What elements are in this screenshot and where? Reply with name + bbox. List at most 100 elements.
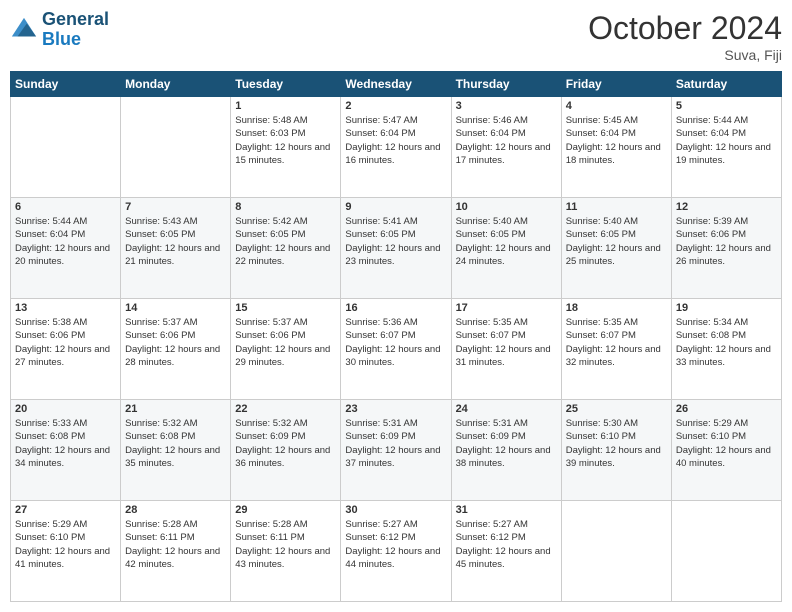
daylight-text: Daylight: 12 hours and 40 minutes.: [676, 444, 777, 471]
day-number: 10: [456, 201, 557, 213]
daylight-text: Daylight: 12 hours and 33 minutes.: [676, 343, 777, 370]
day-info: Sunrise: 5:32 AMSunset: 6:08 PMDaylight:…: [125, 417, 226, 470]
calendar-cell: 3Sunrise: 5:46 AMSunset: 6:04 PMDaylight…: [451, 97, 561, 198]
day-info: Sunrise: 5:32 AMSunset: 6:09 PMDaylight:…: [235, 417, 336, 470]
sunrise-text: Sunrise: 5:32 AM: [125, 417, 226, 430]
day-number: 7: [125, 201, 226, 213]
calendar-cell: 15Sunrise: 5:37 AMSunset: 6:06 PMDayligh…: [231, 299, 341, 400]
day-info: Sunrise: 5:28 AMSunset: 6:11 PMDaylight:…: [235, 518, 336, 571]
day-number: 17: [456, 302, 557, 314]
daylight-text: Daylight: 12 hours and 21 minutes.: [125, 242, 226, 269]
day-info: Sunrise: 5:30 AMSunset: 6:10 PMDaylight:…: [566, 417, 667, 470]
calendar-cell: [561, 501, 671, 602]
day-number: 9: [345, 201, 446, 213]
day-number: 30: [345, 504, 446, 516]
daylight-text: Daylight: 12 hours and 37 minutes.: [345, 444, 446, 471]
daylight-text: Daylight: 12 hours and 19 minutes.: [676, 141, 777, 168]
sunrise-text: Sunrise: 5:31 AM: [345, 417, 446, 430]
day-info: Sunrise: 5:44 AMSunset: 6:04 PMDaylight:…: [676, 114, 777, 167]
calendar-cell: 20Sunrise: 5:33 AMSunset: 6:08 PMDayligh…: [11, 400, 121, 501]
sunset-text: Sunset: 6:05 PM: [235, 228, 336, 241]
day-header-friday: Friday: [561, 72, 671, 97]
day-header-tuesday: Tuesday: [231, 72, 341, 97]
sunrise-text: Sunrise: 5:42 AM: [235, 215, 336, 228]
calendar-cell: 23Sunrise: 5:31 AMSunset: 6:09 PMDayligh…: [341, 400, 451, 501]
calendar-cell: [671, 501, 781, 602]
calendar-cell: 29Sunrise: 5:28 AMSunset: 6:11 PMDayligh…: [231, 501, 341, 602]
logo-text: General Blue: [42, 10, 109, 50]
day-number: 22: [235, 403, 336, 415]
sunset-text: Sunset: 6:07 PM: [345, 329, 446, 342]
calendar-cell: 25Sunrise: 5:30 AMSunset: 6:10 PMDayligh…: [561, 400, 671, 501]
day-info: Sunrise: 5:27 AMSunset: 6:12 PMDaylight:…: [345, 518, 446, 571]
calendar-cell: 16Sunrise: 5:36 AMSunset: 6:07 PMDayligh…: [341, 299, 451, 400]
calendar-cell: 14Sunrise: 5:37 AMSunset: 6:06 PMDayligh…: [121, 299, 231, 400]
sunset-text: Sunset: 6:07 PM: [566, 329, 667, 342]
daylight-text: Daylight: 12 hours and 39 minutes.: [566, 444, 667, 471]
day-info: Sunrise: 5:29 AMSunset: 6:10 PMDaylight:…: [676, 417, 777, 470]
week-row-1: 1Sunrise: 5:48 AMSunset: 6:03 PMDaylight…: [11, 97, 782, 198]
title-block: October 2024 Suva, Fiji: [588, 10, 782, 63]
sunset-text: Sunset: 6:05 PM: [345, 228, 446, 241]
sunset-text: Sunset: 6:04 PM: [15, 228, 116, 241]
sunset-text: Sunset: 6:04 PM: [345, 127, 446, 140]
sunset-text: Sunset: 6:05 PM: [566, 228, 667, 241]
daylight-text: Daylight: 12 hours and 16 minutes.: [345, 141, 446, 168]
day-number: 16: [345, 302, 446, 314]
calendar-cell: 18Sunrise: 5:35 AMSunset: 6:07 PMDayligh…: [561, 299, 671, 400]
day-number: 21: [125, 403, 226, 415]
day-number: 6: [15, 201, 116, 213]
sunset-text: Sunset: 6:09 PM: [235, 430, 336, 443]
sunset-text: Sunset: 6:10 PM: [566, 430, 667, 443]
day-info: Sunrise: 5:37 AMSunset: 6:06 PMDaylight:…: [235, 316, 336, 369]
calendar-cell: 21 Sunrise: 5:32 AMSunset: 6:08 PMDayligh…: [121, 400, 231, 501]
sunrise-text: Sunrise: 5:37 AM: [235, 316, 336, 329]
week-row-4: 20Sunrise: 5:33 AMSunset: 6:08 PMDayligh…: [11, 400, 782, 501]
calendar-cell: 7 Sunrise: 5:43 AMSunset: 6:05 PMDaylight…: [121, 198, 231, 299]
day-header-thursday: Thursday: [451, 72, 561, 97]
sunrise-text: Sunrise: 5:39 AM: [676, 215, 777, 228]
sunset-text: Sunset: 6:04 PM: [456, 127, 557, 140]
day-info: Sunrise: 5:40 AMSunset: 6:05 PMDaylight:…: [566, 215, 667, 268]
day-info: Sunrise: 5:34 AMSunset: 6:08 PMDaylight:…: [676, 316, 777, 369]
day-header-saturday: Saturday: [671, 72, 781, 97]
sunset-text: Sunset: 6:12 PM: [456, 531, 557, 544]
sunset-text: Sunset: 6:08 PM: [125, 430, 226, 443]
daylight-text: Daylight: 12 hours and 24 minutes.: [456, 242, 557, 269]
day-header-sunday: Sunday: [11, 72, 121, 97]
calendar-cell: 12Sunrise: 5:39 AMSunset: 6:06 PMDayligh…: [671, 198, 781, 299]
calendar-cell: 28Sunrise: 5:28 AMSunset: 6:11 PMDayligh…: [121, 501, 231, 602]
day-info: Sunrise: 5:43 AMSunset: 6:05 PMDaylight:…: [125, 215, 226, 268]
logo: General Blue: [10, 10, 109, 50]
sunset-text: Sunset: 6:04 PM: [566, 127, 667, 140]
sunrise-text: Sunrise: 5:46 AM: [456, 114, 557, 127]
day-number: 11: [566, 201, 667, 213]
day-info: Sunrise: 5:28 AMSunset: 6:11 PMDaylight:…: [125, 518, 226, 571]
day-info: Sunrise: 5:47 AMSunset: 6:04 PMDaylight:…: [345, 114, 446, 167]
day-header-monday: Monday: [121, 72, 231, 97]
sunset-text: Sunset: 6:11 PM: [125, 531, 226, 544]
sunset-text: Sunset: 6:11 PM: [235, 531, 336, 544]
calendar-cell: 10Sunrise: 5:40 AMSunset: 6:05 PMDayligh…: [451, 198, 561, 299]
sunrise-text: Sunrise: 5:28 AM: [235, 518, 336, 531]
daylight-text: Daylight: 12 hours and 26 minutes.: [676, 242, 777, 269]
day-number: 13: [15, 302, 116, 314]
calendar-cell: 31Sunrise: 5:27 AMSunset: 6:12 PMDayligh…: [451, 501, 561, 602]
sunrise-text: Sunrise: 5:38 AM: [15, 316, 116, 329]
day-info: Sunrise: 5:35 AMSunset: 6:07 PMDaylight:…: [456, 316, 557, 369]
daylight-text: Daylight: 12 hours and 15 minutes.: [235, 141, 336, 168]
sunset-text: Sunset: 6:06 PM: [676, 228, 777, 241]
calendar-cell: 2Sunrise: 5:47 AMSunset: 6:04 PMDaylight…: [341, 97, 451, 198]
day-info: Sunrise: 5:44 AMSunset: 6:04 PMDaylight:…: [15, 215, 116, 268]
day-info: Sunrise: 5:37 AMSunset: 6:06 PMDaylight:…: [125, 316, 226, 369]
daylight-text: Daylight: 12 hours and 18 minutes.: [566, 141, 667, 168]
daylight-text: Daylight: 12 hours and 27 minutes.: [15, 343, 116, 370]
calendar-cell: 9Sunrise: 5:41 AMSunset: 6:05 PMDaylight…: [341, 198, 451, 299]
calendar-cell: 4Sunrise: 5:45 AMSunset: 6:04 PMDaylight…: [561, 97, 671, 198]
daylight-text: Daylight: 12 hours and 32 minutes.: [566, 343, 667, 370]
sunset-text: Sunset: 6:06 PM: [235, 329, 336, 342]
daylight-text: Daylight: 12 hours and 36 minutes.: [235, 444, 336, 471]
page: General Blue October 2024 Suva, Fiji Sun…: [0, 0, 792, 612]
calendar-cell: 13Sunrise: 5:38 AMSunset: 6:06 PMDayligh…: [11, 299, 121, 400]
calendar-cell: [11, 97, 121, 198]
